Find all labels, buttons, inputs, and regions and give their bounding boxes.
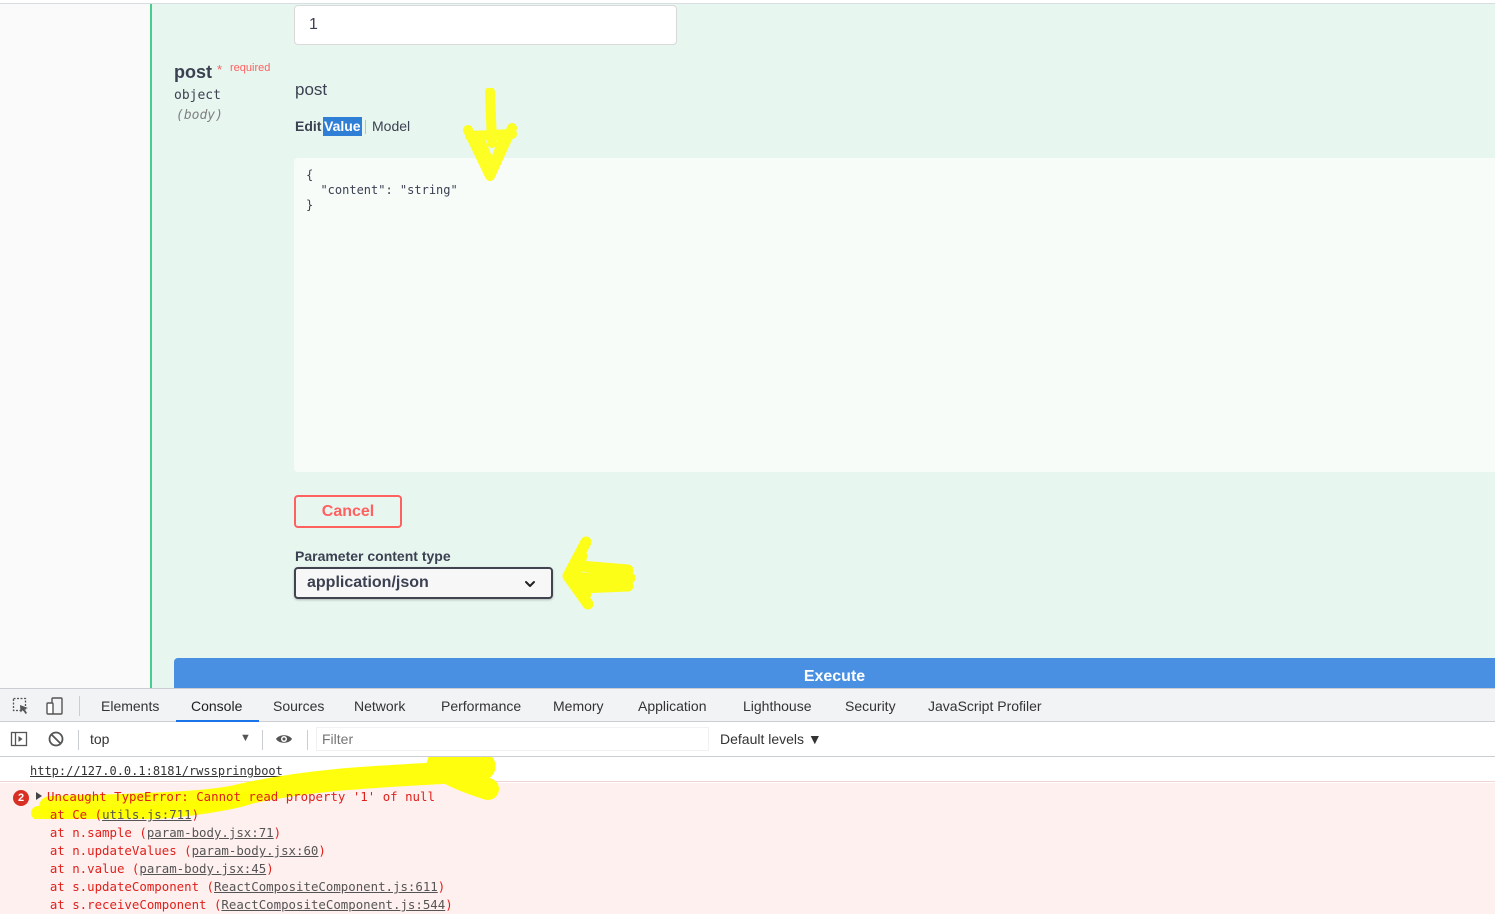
console-sidebar-icon[interactable] [10,730,28,748]
cancel-button[interactable]: Cancel [294,495,402,528]
stack-frame: at s.updateComponent (ReactCompositeComp… [20,878,445,896]
stack-frame-prefix: at n.sample ( [20,825,147,840]
tab-sources[interactable]: Sources [273,689,324,722]
parameter-type: object [174,88,221,103]
stack-frame-suffix: ) [437,879,446,894]
tab-divider [365,120,366,134]
cursor-select-icon[interactable] [12,697,30,715]
stack-frame: at n.sample (param-body.jsx:71) [20,824,281,842]
stack-frame: at s.receiveComponent (ReactCompositeCom… [20,896,453,914]
parameter-value-input[interactable]: 1 [294,5,677,45]
tab-elements[interactable]: Elements [101,689,159,722]
stack-frame-suffix: ) [445,897,453,912]
tab-edit-label: Edit [295,118,322,134]
console-toolbar: top ▼ Filter Default levels ▼ [0,722,1495,757]
content-type-select[interactable]: application/json [294,567,553,599]
chevron-down-icon [525,581,535,587]
required-star: * [217,62,223,77]
request-body-json[interactable]: { "content": "string" } [306,168,458,213]
stack-frame-suffix: ) [273,825,282,840]
tab-javascript-profiler[interactable]: JavaScript Profiler [928,689,1042,722]
filter-input[interactable]: Filter [316,727,709,751]
tab-model[interactable]: Model [372,118,410,134]
stack-frame-source-link[interactable]: param-body.jsx:45 [139,861,266,876]
stack-frame-prefix: at n.updateValues ( [20,843,192,858]
stack-frame-prefix: at s.updateComponent ( [20,879,214,894]
left-gutter [0,4,150,688]
annotation-left-arrow-icon [562,536,636,610]
toolbar-divider [307,730,308,750]
content-type-label: Parameter content type [295,548,451,564]
tab-edit-value[interactable]: Value [323,117,362,136]
stack-frame-source-link[interactable]: param-body.jsx:71 [147,825,274,840]
content-type-value: application/json [307,574,429,591]
context-dropdown-caret-icon[interactable]: ▼ [240,732,251,744]
live-expression-eye-icon[interactable] [275,730,293,748]
parameter-location: (body) [176,108,223,123]
stack-frame-prefix: at Ce ( [20,807,103,822]
stack-frame: at Ce (utils.js:711) [20,806,199,824]
devtools-tabbar: Elements Console Sources Network Perform… [0,688,1495,722]
toolbar-divider [262,730,263,750]
stack-frame-source-link[interactable]: ReactCompositeComponent.js:544 [221,897,445,912]
tab-lighthouse[interactable]: Lighthouse [743,689,812,722]
devtools-panel: Elements Console Sources Network Perform… [0,688,1495,914]
console-error-message: 2 Uncaught TypeError: Cannot read proper… [0,757,1495,914]
tab-network[interactable]: Network [354,689,405,722]
log-levels-dropdown[interactable]: Default levels ▼ [720,731,822,747]
stack-frame-prefix: at s.receiveComponent ( [20,897,222,912]
swagger-page: 1 post * required object (body) post Edi… [0,0,1495,688]
device-toggle-icon[interactable] [46,697,64,715]
tab-memory[interactable]: Memory [553,689,604,722]
parameter-name: post [174,62,212,82]
request-body-editor[interactable] [294,158,1495,472]
tab-performance[interactable]: Performance [441,689,521,722]
error-message-text: Uncaught TypeError: Cannot read property… [47,789,435,804]
tab-application[interactable]: Application [638,689,707,722]
stack-frame: at n.value (param-body.jsx:45) [20,860,274,878]
execute-button[interactable]: Execute [174,658,1495,688]
toolbar-divider [79,696,80,716]
stack-frame-suffix: ) [318,843,326,858]
required-label: required [230,62,271,74]
stack-frame-source-link[interactable]: utils.js:711 [102,807,192,822]
parameter-description: post [295,80,328,99]
context-selector[interactable]: top [90,731,109,747]
clear-console-icon[interactable] [47,730,65,748]
stack-frame-prefix: at n.value ( [20,861,140,876]
stack-frame-suffix: ) [266,861,274,876]
tab-security[interactable]: Security [845,689,896,722]
stack-frame-source-link[interactable]: ReactCompositeComponent.js:611 [214,879,438,894]
toolbar-divider [78,730,79,750]
stack-frame-source-link[interactable]: param-body.jsx:60 [192,843,319,858]
annotation-down-arrow-icon [463,88,517,181]
tab-console[interactable]: Console [191,689,242,722]
stack-frame: at n.updateValues (param-body.jsx:60) [20,842,326,860]
stack-frame-suffix: ) [191,807,200,822]
